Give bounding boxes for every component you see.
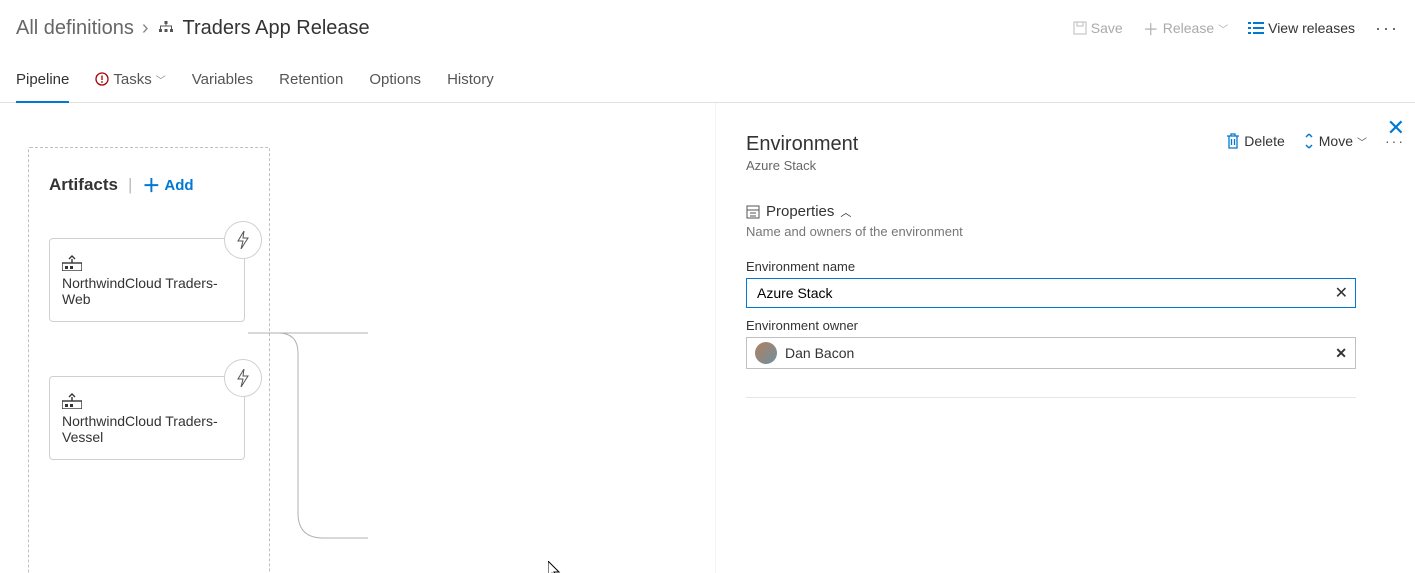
delete-button[interactable]: Delete xyxy=(1226,133,1284,149)
panel-subtitle: Azure Stack xyxy=(746,158,858,173)
divider xyxy=(746,397,1356,398)
remove-owner-button[interactable]: ✕ xyxy=(1335,345,1347,362)
release-icon xyxy=(157,19,175,37)
artifact-card[interactable]: NorthwindCloud Traders-Vessel xyxy=(49,376,245,460)
properties-icon xyxy=(746,205,760,219)
release-button[interactable]: ＋ Release ﹀ xyxy=(1143,16,1228,40)
tab-tasks[interactable]: Tasks ﹀ xyxy=(95,57,165,103)
breadcrumb-root[interactable]: All definitions xyxy=(16,17,134,40)
environment-name-label: Environment name xyxy=(746,259,1405,274)
page-title: Traders App Release xyxy=(157,17,370,40)
trigger-button[interactable] xyxy=(224,221,262,259)
chevron-down-icon: ﹀ xyxy=(1357,134,1367,149)
properties-section-desc: Name and owners of the environment xyxy=(746,224,1405,239)
avatar xyxy=(755,342,777,364)
move-icon xyxy=(1303,133,1315,149)
trigger-button[interactable] xyxy=(224,359,262,397)
chevron-right-icon: › xyxy=(142,17,149,40)
more-menu[interactable]: ··· xyxy=(1375,18,1399,39)
tab-options[interactable]: Options xyxy=(369,57,421,103)
properties-panel: ✕ Environment Azure Stack Delete Move ﹀ … xyxy=(715,103,1415,573)
tab-retention[interactable]: Retention xyxy=(279,57,343,103)
tabs: Pipeline Tasks ﹀ Variables Retention Opt… xyxy=(0,58,1415,103)
close-panel-button[interactable]: ✕ xyxy=(1387,115,1405,141)
tab-variables[interactable]: Variables xyxy=(192,57,253,103)
properties-section-toggle[interactable]: Properties ︿ xyxy=(746,203,1405,220)
connector-lines xyxy=(248,313,408,573)
lightning-icon xyxy=(236,369,250,387)
environment-owner-label: Environment owner xyxy=(746,318,1405,333)
artifact-name: NorthwindCloud Traders-Vessel xyxy=(62,413,232,445)
cursor-icon xyxy=(548,561,564,573)
tab-pipeline[interactable]: Pipeline xyxy=(16,57,69,103)
save-icon xyxy=(1073,21,1087,35)
chevron-down-icon: ﹀ xyxy=(156,72,166,87)
artifact-card[interactable]: NorthwindCloud Traders-Web xyxy=(49,238,245,322)
clear-input-button[interactable]: ✕ xyxy=(1335,283,1348,303)
list-icon xyxy=(1248,21,1264,35)
panel-title: Environment xyxy=(746,133,858,156)
build-icon xyxy=(62,391,82,409)
error-icon xyxy=(95,72,109,86)
artifact-name: NorthwindCloud Traders-Web xyxy=(62,275,232,307)
save-button[interactable]: Save xyxy=(1073,20,1123,36)
breadcrumb: All definitions › Traders App Release xyxy=(16,17,370,40)
environment-name-input[interactable] xyxy=(746,278,1356,308)
artifacts-heading: Artifacts xyxy=(49,175,118,195)
lightning-icon xyxy=(236,231,250,249)
chevron-down-icon: ﹀ xyxy=(1218,21,1228,36)
chevron-up-icon: ︿ xyxy=(840,204,851,220)
trash-icon xyxy=(1226,133,1240,149)
tab-history[interactable]: History xyxy=(447,57,494,103)
build-icon xyxy=(62,253,82,271)
artifacts-column: Artifacts | ＋ Add NorthwindCloud Traders… xyxy=(28,147,270,573)
add-artifact-button[interactable]: ＋ Add xyxy=(142,172,193,198)
view-releases-button[interactable]: View releases xyxy=(1248,20,1355,36)
move-button[interactable]: Move ﹀ xyxy=(1303,133,1367,149)
environment-owner-picker[interactable]: Dan Bacon ✕ xyxy=(746,337,1356,369)
plus-icon: ＋ xyxy=(142,172,160,198)
owner-name: Dan Bacon xyxy=(785,345,854,361)
plus-icon: ＋ xyxy=(1143,16,1159,40)
